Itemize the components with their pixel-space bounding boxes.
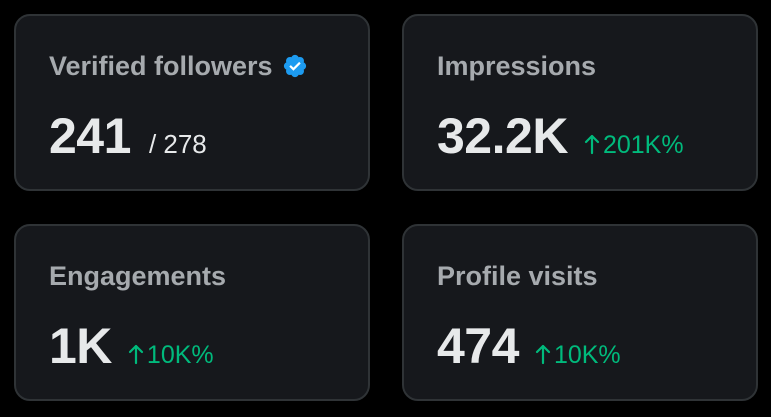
stat-delta-value: 201K% xyxy=(602,131,684,159)
stat-card-impressions[interactable]: Impressions 32.2K 201K% xyxy=(402,14,758,191)
card-title-label: Engagements xyxy=(49,261,227,291)
stat-value: 32.2K xyxy=(437,108,568,164)
card-title-label: Impressions xyxy=(437,51,597,81)
stat-value: 1K xyxy=(49,318,112,374)
arrow-up-icon xyxy=(584,133,600,155)
stat-delta: 201K% xyxy=(584,131,684,160)
arrow-up-icon xyxy=(535,343,551,365)
card-title-label: Verified followers xyxy=(49,51,273,81)
stat-delta-value: 10K% xyxy=(146,341,214,369)
stat-card-verified-followers[interactable]: Verified followers 241 / 278 xyxy=(14,14,370,191)
card-title: Profile visits xyxy=(437,259,598,293)
stat-total: / 278 xyxy=(148,129,207,159)
card-body: 1K 10K% xyxy=(49,318,214,374)
stat-delta: 10K% xyxy=(128,341,214,370)
stat-card-profile-visits[interactable]: Profile visits 474 10K% xyxy=(402,224,758,401)
card-title: Verified followers xyxy=(49,49,308,83)
card-body: 474 10K% xyxy=(437,318,621,374)
card-title: Engagements xyxy=(49,259,226,293)
stat-delta: 10K% xyxy=(535,341,621,370)
card-title: Impressions xyxy=(437,49,596,83)
stat-delta-value: 10K% xyxy=(553,341,621,369)
card-title-label: Profile visits xyxy=(437,261,598,291)
stat-value: 474 xyxy=(437,318,519,374)
card-body: 241 / 278 xyxy=(49,108,207,164)
stat-value: 241 xyxy=(49,108,131,164)
arrow-up-icon xyxy=(128,343,144,365)
stat-card-engagements[interactable]: Engagements 1K 10K% xyxy=(14,224,370,401)
card-body: 32.2K 201K% xyxy=(437,108,684,164)
verified-badge-icon xyxy=(282,53,308,79)
